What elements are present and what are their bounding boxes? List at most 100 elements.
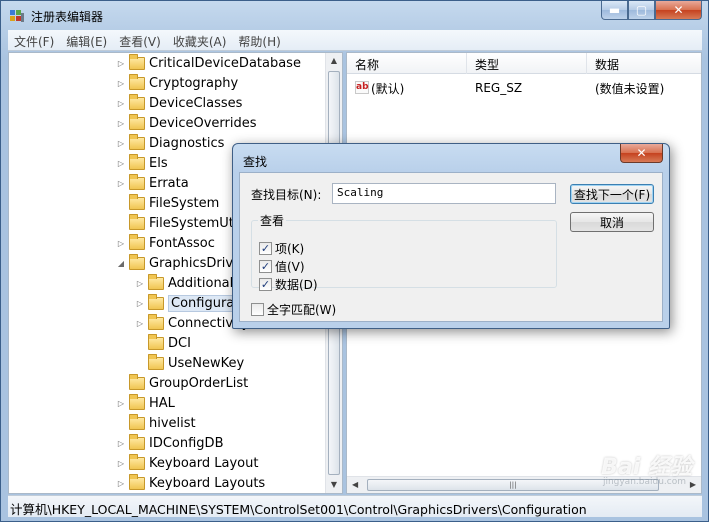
- data-label: 数据(D): [275, 278, 318, 292]
- expand-arrow-icon[interactable]: ▷: [115, 79, 127, 88]
- value-data: (数值未设置): [595, 81, 665, 96]
- expand-arrow-icon[interactable]: ▷: [115, 459, 127, 468]
- tree-item[interactable]: ▷ Diagnostics: [115, 133, 224, 153]
- expand-arrow-icon[interactable]: ▷: [134, 299, 146, 308]
- menu-view[interactable]: 查看(V): [113, 30, 167, 50]
- scroll-down-arrow-icon[interactable]: ▼: [329, 480, 339, 490]
- tree-item-label: hivelist: [149, 415, 196, 431]
- option-data[interactable]: ✓ 数据(D): [259, 276, 318, 293]
- tree-item-label: FontAssoc: [149, 235, 215, 251]
- folder-icon: [129, 193, 145, 210]
- tree-item[interactable]: ▷ Keyboard Layout: [115, 453, 258, 473]
- tree-item-label: Cryptography: [149, 75, 239, 91]
- expand-arrow-icon[interactable]: ▷: [115, 139, 127, 148]
- find-target-input[interactable]: Scaling: [332, 183, 556, 204]
- tree-item[interactable]: ▷ Errata: [115, 173, 189, 193]
- tree-item[interactable]: ▷ DeviceOverrides: [115, 113, 256, 133]
- folder-icon: [129, 93, 145, 110]
- tree-item[interactable]: ▷ FontAssoc: [115, 233, 215, 253]
- folder-icon: [129, 113, 145, 130]
- tree-item[interactable]: ▷ Keyboard Layouts: [115, 473, 265, 493]
- close-button[interactable]: ✕: [655, 1, 702, 20]
- keys-checkbox[interactable]: ✓: [259, 242, 272, 255]
- tree-item-label: UseNewKey: [168, 355, 245, 371]
- maximize-button[interactable]: ▢: [628, 1, 655, 20]
- menu-edit[interactable]: 编辑(E): [60, 30, 113, 50]
- folder-icon: [129, 153, 145, 170]
- values-checkbox[interactable]: ✓: [259, 260, 272, 273]
- folder-icon: [129, 233, 145, 250]
- tree-item[interactable]: ▷ HAL: [115, 393, 175, 413]
- option-values[interactable]: ✓ 值(V): [259, 258, 305, 275]
- window-title: 注册表编辑器: [31, 10, 104, 24]
- expand-arrow-icon[interactable]: ▷: [115, 239, 127, 248]
- tree-item[interactable]: DCI: [134, 333, 191, 353]
- value-row[interactable]: ab (默认) REG_SZ (数值未设置): [347, 78, 701, 98]
- tree-item-label: CriticalDeviceDatabase: [149, 55, 301, 71]
- expand-arrow-icon[interactable]: ▷: [115, 59, 127, 68]
- tree-item-label: Keyboard Layouts: [149, 475, 266, 491]
- find-next-button[interactable]: 查找下一个(F): [570, 184, 654, 204]
- menu-file[interactable]: 文件(F): [8, 30, 60, 50]
- tree-item-label: IDConfigDB: [149, 435, 224, 451]
- tree-item-label: FileSystem: [149, 195, 220, 211]
- match-whole-checkbox[interactable]: [251, 303, 264, 316]
- folder-icon: [129, 73, 145, 90]
- tree-item[interactable]: ▷ DeviceClasses: [115, 93, 242, 113]
- keys-label: 项(K): [275, 242, 305, 256]
- expand-arrow-icon[interactable]: ▷: [115, 179, 127, 188]
- tree-item-label: HAL: [149, 395, 175, 411]
- find-target-label: 查找目标(N):: [251, 188, 322, 202]
- column-data[interactable]: 数据: [587, 53, 701, 74]
- folder-icon: [129, 433, 145, 450]
- tree-item[interactable]: GroupOrderList: [115, 373, 248, 393]
- find-dialog-title: 查找: [243, 155, 268, 169]
- column-name[interactable]: 名称: [347, 53, 467, 74]
- title-bar[interactable]: 注册表编辑器 ▬ ▢ ✕: [1, 1, 708, 29]
- window-controls: ▬ ▢ ✕: [601, 1, 702, 21]
- menu-help[interactable]: 帮助(H): [232, 30, 286, 50]
- expand-arrow-icon[interactable]: ◢: [115, 259, 127, 268]
- tree-item-label: DeviceClasses: [149, 95, 243, 111]
- column-header: 名称 类型 数据: [347, 53, 701, 74]
- folder-icon: [129, 213, 145, 230]
- scroll-right-arrow-icon[interactable]: ▶: [690, 480, 696, 489]
- tree-item[interactable]: UseNewKey: [134, 353, 244, 373]
- data-checkbox[interactable]: ✓: [259, 278, 272, 291]
- tree-item[interactable]: ▷ Cryptography: [115, 73, 238, 93]
- expand-arrow-icon[interactable]: ▷: [115, 399, 127, 408]
- folder-icon: [148, 333, 164, 350]
- tree-item-label: Errata: [149, 175, 189, 191]
- tree-item[interactable]: FileSystem: [115, 193, 219, 213]
- expand-arrow-icon[interactable]: ▷: [134, 279, 146, 288]
- folder-icon: [148, 273, 164, 290]
- tree-item-label: Keyboard Layout: [149, 455, 259, 471]
- minimize-button[interactable]: ▬: [601, 1, 628, 20]
- tree-item[interactable]: ▷ Els: [115, 153, 168, 173]
- expand-arrow-icon[interactable]: ▷: [134, 319, 146, 328]
- folder-icon: [129, 473, 145, 490]
- scroll-up-arrow-icon[interactable]: ▲: [329, 56, 339, 66]
- value-type: REG_SZ: [475, 81, 523, 95]
- tree-item[interactable]: ▷ IDConfigDB: [115, 433, 223, 453]
- expand-arrow-icon[interactable]: ▷: [115, 99, 127, 108]
- match-whole-label: 全字匹配(W): [267, 303, 337, 317]
- expand-arrow-icon[interactable]: ▷: [115, 119, 127, 128]
- values-label: 值(V): [275, 260, 305, 274]
- folder-icon: [129, 413, 145, 430]
- scroll-left-arrow-icon[interactable]: ◀: [352, 480, 358, 489]
- folder-icon: [129, 373, 145, 390]
- expand-arrow-icon[interactable]: ▷: [115, 159, 127, 168]
- option-keys[interactable]: ✓ 项(K): [259, 240, 304, 257]
- tree-item[interactable]: hivelist: [115, 413, 196, 433]
- expand-arrow-icon[interactable]: ▷: [115, 479, 127, 488]
- tree-item-label: GroupOrderList: [149, 375, 249, 391]
- expand-arrow-icon[interactable]: ▷: [115, 439, 127, 448]
- find-dialog-close-button[interactable]: ✕: [620, 144, 663, 163]
- cancel-button[interactable]: 取消: [570, 212, 654, 232]
- column-type[interactable]: 类型: [467, 53, 587, 74]
- tree-item[interactable]: ▷ CriticalDeviceDatabase: [115, 53, 301, 73]
- menu-favorites[interactable]: 收藏夹(A): [167, 30, 233, 50]
- folder-icon: [148, 313, 164, 330]
- option-match-whole[interactable]: 全字匹配(W): [251, 301, 336, 318]
